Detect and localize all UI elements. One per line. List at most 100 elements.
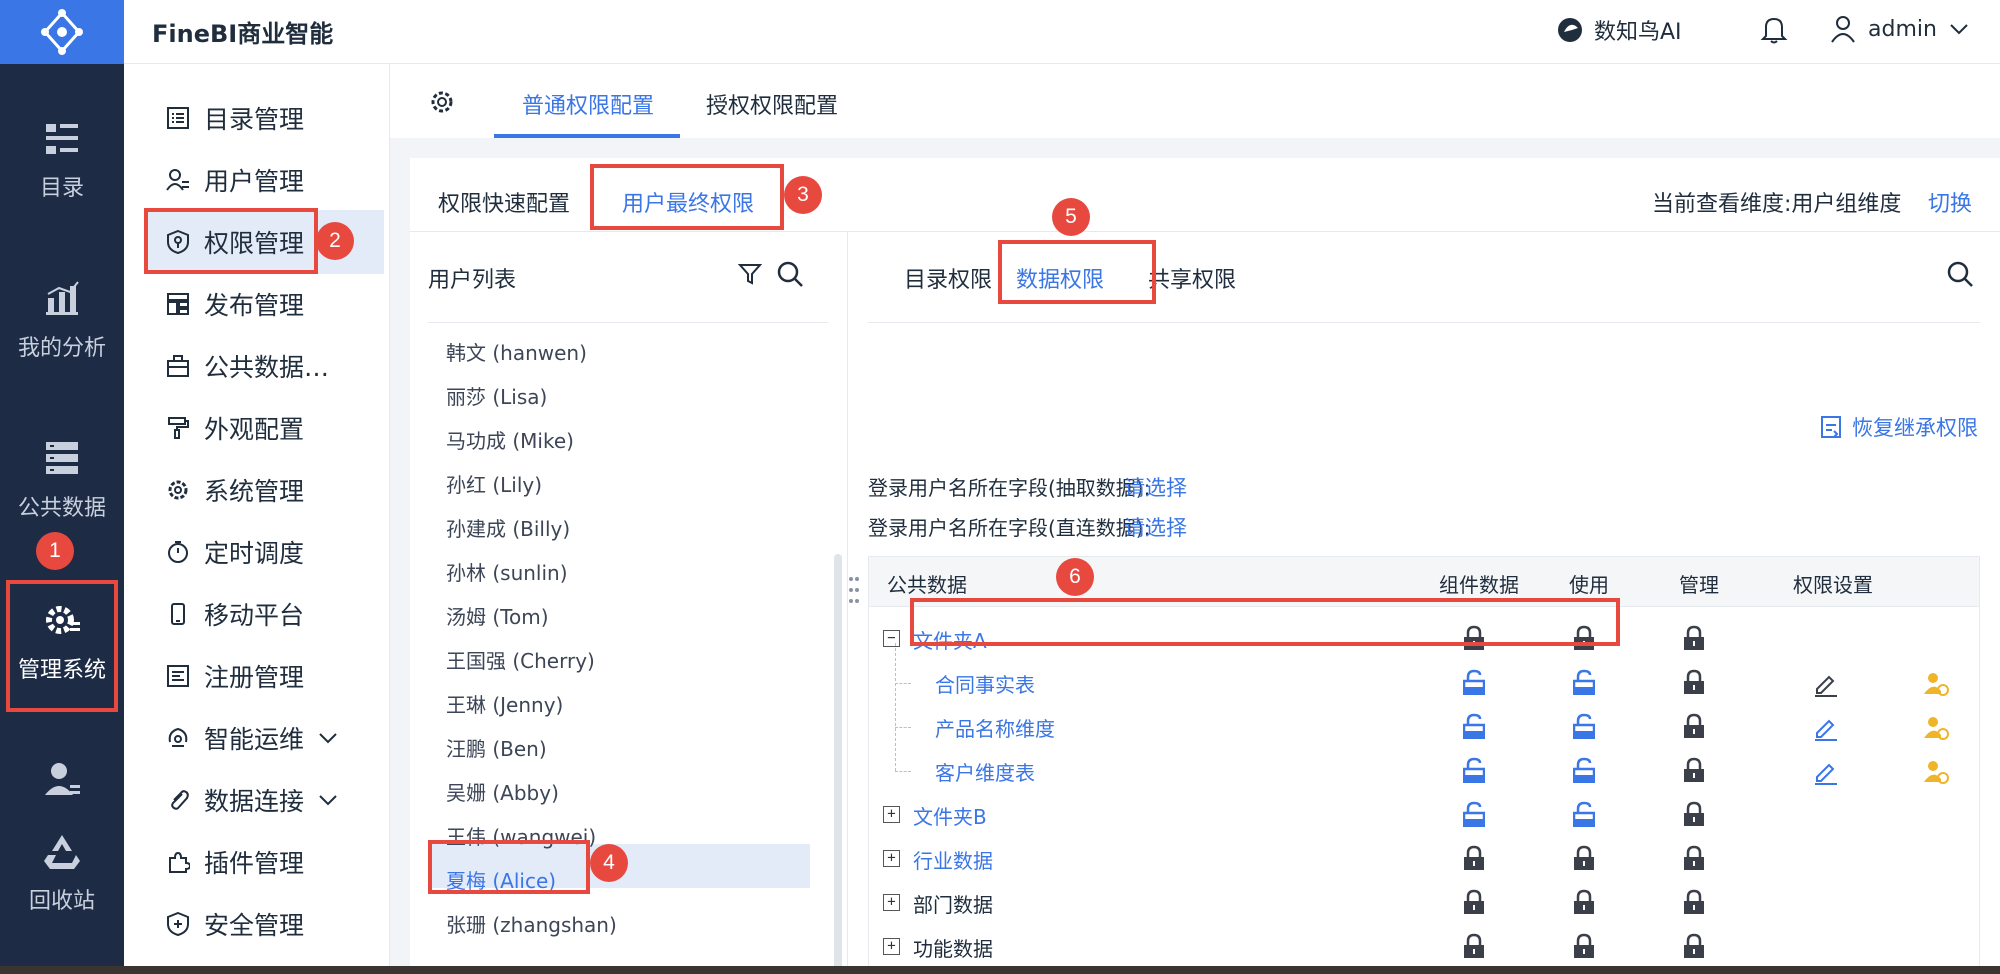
lock-closed-icon[interactable] (1463, 889, 1485, 915)
switch-dimension-link[interactable]: 切换 (1928, 186, 1972, 218)
submenu-publish-manage[interactable]: 发布管理 (166, 284, 304, 324)
lock-closed-icon[interactable] (1463, 933, 1485, 959)
lock-closed-icon[interactable] (1683, 801, 1705, 827)
table-row[interactable]: + 功能数据 (869, 925, 1979, 969)
expand-toggle[interactable]: + (883, 894, 900, 911)
table-row[interactable]: − 文件夹A (869, 617, 1979, 661)
user-item[interactable]: 韩文 (hanwen) (446, 330, 587, 372)
nav-public-data[interactable]: 公共数据 (0, 410, 124, 550)
lock-open-icon[interactable] (1573, 757, 1595, 783)
edit-icon[interactable] (1813, 715, 1839, 741)
nav-user[interactable] (0, 740, 124, 830)
lock-closed-icon[interactable] (1573, 933, 1595, 959)
lock-closed-icon[interactable] (1573, 845, 1595, 871)
settings-gear-icon[interactable] (428, 88, 456, 116)
submenu-permission-manage[interactable]: 权限管理 (166, 222, 304, 262)
table-row[interactable]: 产品名称维度 (869, 705, 1979, 749)
edit-icon[interactable] (1813, 671, 1839, 697)
submenu-data-connection[interactable]: 数据连接 (166, 780, 338, 820)
user-item[interactable]: 孙建成 (Billy) (446, 506, 570, 548)
user-list-scrollbar[interactable] (834, 554, 842, 974)
user-permission-icon[interactable] (1923, 715, 1949, 741)
restore-inherit-button[interactable]: 恢复继承权限 (1628, 412, 1978, 442)
lock-closed-icon[interactable] (1683, 845, 1705, 871)
row-name[interactable]: 产品名称维度 (935, 713, 1055, 742)
lock-closed-icon[interactable] (1683, 889, 1705, 915)
table-row[interactable]: 合同事实表 (869, 661, 1979, 705)
lock-closed-icon[interactable] (1573, 889, 1595, 915)
user-item[interactable]: 孙红 (Lily) (446, 462, 542, 504)
submenu-smart-ops[interactable]: 智能运维 (166, 718, 338, 758)
resize-handle-icon[interactable] (848, 576, 860, 604)
lock-open-icon[interactable] (1573, 713, 1595, 739)
user-item[interactable]: 孙林 (sunlin) (446, 550, 568, 592)
lock-open-icon[interactable] (1463, 669, 1485, 695)
user-permission-icon[interactable] (1923, 759, 1949, 785)
submenu-security[interactable]: 安全管理 (166, 904, 304, 944)
row-name[interactable]: 文件夹A (913, 625, 987, 654)
lock-closed-icon[interactable] (1573, 625, 1595, 651)
submenu-schedule[interactable]: 定时调度 (166, 532, 304, 572)
nav-admin-system[interactable]: 管理系统 (0, 572, 124, 712)
submenu-mobile[interactable]: 移动平台 (166, 594, 304, 634)
nav-catalog[interactable]: 目录 (0, 90, 124, 230)
table-row[interactable]: 客户维度表 (869, 749, 1979, 793)
lock-open-icon[interactable] (1463, 801, 1485, 827)
tab-catalog-permission[interactable]: 目录权限 (904, 262, 992, 294)
user-item[interactable]: 王伟 (wangwei) (446, 814, 596, 856)
user-item[interactable]: 丽莎 (Lisa) (446, 374, 547, 416)
submenu-appearance[interactable]: 外观配置 (166, 408, 304, 448)
user-item[interactable]: 马功成 (Mike) (446, 418, 574, 460)
lock-closed-icon[interactable] (1683, 757, 1705, 783)
lock-closed-icon[interactable] (1683, 669, 1705, 695)
table-row[interactable]: + 行业数据 (869, 837, 1979, 881)
row-name[interactable]: 文件夹B (913, 801, 987, 830)
nav-my-analysis[interactable]: 我的分析 (0, 250, 124, 390)
row-name[interactable]: 合同事实表 (935, 669, 1035, 698)
notification-button[interactable] (1760, 14, 1788, 48)
ai-assistant-button[interactable]: 数知鸟AI (1556, 14, 1682, 46)
lock-closed-icon[interactable] (1683, 713, 1705, 739)
submenu-system-manage[interactable]: 系统管理 (166, 470, 304, 510)
search-icon[interactable] (1946, 260, 1974, 288)
submenu-plugin[interactable]: 插件管理 (166, 842, 304, 882)
user-item[interactable]: 汪鹏 (Ben) (446, 726, 547, 768)
submenu-public-data[interactable]: 公共数据… (166, 346, 329, 386)
row-name[interactable]: 部门数据 (913, 889, 993, 918)
expand-toggle[interactable]: + (883, 938, 900, 955)
lock-closed-icon[interactable] (1463, 625, 1485, 651)
lock-closed-icon[interactable] (1463, 845, 1485, 871)
lock-open-icon[interactable] (1463, 757, 1485, 783)
finebi-logo[interactable] (0, 0, 124, 64)
row-name[interactable]: 功能数据 (913, 933, 993, 962)
user-permission-icon[interactable] (1923, 671, 1949, 697)
field-select-extract[interactable]: 请选择 (1124, 472, 1187, 502)
table-row[interactable]: + 部门数据 (869, 881, 1979, 925)
user-item[interactable]: 张珊 (zhangshan) (446, 902, 617, 944)
user-item[interactable]: 汤姆 (Tom) (446, 594, 549, 636)
nav-recycle-bin[interactable]: 回收站 (0, 818, 124, 928)
user-item[interactable]: 吴姗 (Abby) (446, 770, 559, 812)
tab-grant-permission[interactable]: 授权权限配置 (706, 88, 838, 120)
tab-share-permission[interactable]: 共享权限 (1148, 262, 1236, 294)
tab-user-final-permission[interactable]: 用户最终权限 (622, 186, 754, 218)
row-name[interactable]: 行业数据 (913, 845, 993, 874)
table-row[interactable]: + 文件夹B (869, 793, 1979, 837)
expand-toggle[interactable]: + (883, 850, 900, 867)
tab-data-permission[interactable]: 数据权限 (1016, 262, 1104, 294)
lock-open-icon[interactable] (1463, 713, 1485, 739)
row-name[interactable]: 客户维度表 (935, 757, 1035, 786)
collapse-toggle[interactable]: − (883, 630, 900, 647)
user-item[interactable]: 王国强 (Cherry) (446, 638, 595, 680)
user-menu[interactable]: admin (1830, 14, 1969, 44)
user-item-selected[interactable]: 夏梅 (Alice) (446, 858, 556, 900)
lock-closed-icon[interactable] (1683, 933, 1705, 959)
user-item[interactable]: 王琳 (Jenny) (446, 682, 563, 724)
lock-open-icon[interactable] (1573, 669, 1595, 695)
edit-icon[interactable] (1813, 759, 1839, 785)
submenu-user-manage[interactable]: 用户管理 (166, 160, 304, 200)
tab-normal-permission[interactable]: 普通权限配置 (522, 88, 654, 120)
search-icon[interactable] (776, 260, 804, 288)
lock-open-icon[interactable] (1573, 801, 1595, 827)
field-select-direct[interactable]: 请选择 (1124, 512, 1187, 542)
